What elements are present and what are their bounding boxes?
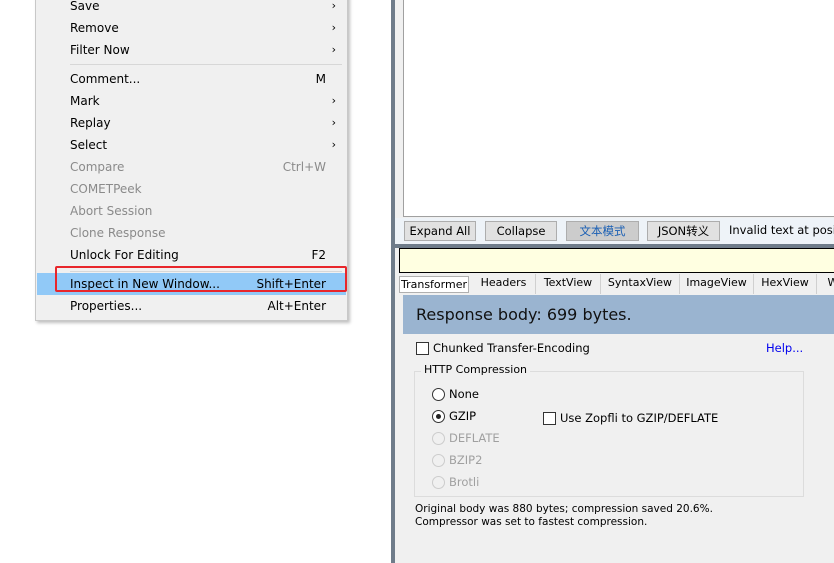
menu-item[interactable]: Remove › — [37, 17, 346, 39]
help-link[interactable]: Help... — [766, 341, 803, 355]
expand-all-button[interactable]: Expand All — [404, 221, 476, 241]
tab-transformer[interactable]: Transformer — [399, 276, 469, 293]
collapse-button[interactable]: Collapse — [485, 221, 557, 241]
radio-deflate[interactable] — [432, 432, 445, 445]
response-tabs: Transformer Headers TextView SyntaxView … — [395, 274, 834, 294]
menu-separator — [70, 64, 342, 65]
chunked-checkbox[interactable] — [416, 342, 429, 355]
chunked-label: Chunked Transfer-Encoding — [433, 341, 590, 355]
menu-item-label: Save — [70, 0, 100, 13]
menu-item[interactable]: Unlock For Editing F2 — [37, 244, 346, 266]
menu-item-label: Remove — [70, 21, 119, 35]
inspector-panel: Expand All Collapse 文本模式 JSON转义 Invalid … — [395, 0, 834, 563]
menu-item-shortcut: M — [315, 72, 326, 86]
context-menu: Save › Remove › Filter Now › Comment... M Mark › R… — [35, 0, 348, 321]
toolbar: Expand All Collapse 文本模式 JSON转义 Invalid … — [395, 218, 834, 244]
menu-item[interactable]: COMETPeek — [37, 178, 346, 200]
status-text: Invalid text at positio — [729, 223, 834, 237]
chevron-right-icon: › — [331, 43, 336, 56]
menu-item[interactable]: Clone Response — [37, 222, 346, 244]
chevron-right-icon: › — [331, 138, 336, 151]
radio-none[interactable] — [432, 388, 445, 401]
menu-item[interactable]: Abort Session — [37, 200, 346, 222]
menu-item[interactable]: Comment... M — [37, 68, 346, 90]
menu-item[interactable]: Replay › — [37, 112, 346, 134]
tab-headers[interactable]: Headers — [472, 274, 536, 294]
quickexec-input[interactable] — [399, 248, 834, 273]
chevron-right-icon: › — [331, 21, 336, 34]
compressor-note: Compressor was set to fastest compressio… — [415, 516, 648, 528]
menu-item-label: Mark — [70, 94, 100, 108]
radio-gzip[interactable] — [432, 410, 445, 423]
menu-item-label: Select — [70, 138, 108, 152]
chevron-right-icon: › — [331, 116, 336, 129]
menu-item[interactable]: Compare Ctrl+W — [37, 156, 346, 178]
radio-brotli[interactable] — [432, 476, 445, 489]
zopfli-checkbox[interactable] — [543, 412, 556, 425]
tab-hexview[interactable]: HexView — [754, 274, 817, 294]
menu-item[interactable]: Save › — [37, 0, 346, 17]
text-mode-button[interactable]: 文本模式 — [566, 221, 639, 241]
json-escape-button[interactable]: JSON转义 — [647, 221, 720, 241]
radio-label: BZIP2 — [449, 453, 483, 467]
radio-label: None — [449, 387, 480, 401]
tab-textview[interactable]: TextView — [536, 274, 601, 294]
request-view — [403, 0, 834, 217]
menu-item-label: COMETPeek — [70, 182, 142, 196]
radio-label: GZIP — [449, 409, 477, 423]
menu-item-label: Unlock For Editing — [70, 248, 179, 262]
menu-item-label: Filter Now — [70, 43, 130, 57]
tab-more[interactable]: W — [823, 274, 834, 294]
tab-syntaxview[interactable]: SyntaxView — [601, 274, 680, 294]
chevron-right-icon: › — [331, 0, 336, 12]
group-title: HTTP Compression — [421, 363, 531, 376]
menu-item-label: Clone Response — [70, 226, 166, 240]
menu-item[interactable]: Mark › — [37, 90, 346, 112]
radio-label: DEFLATE — [449, 431, 500, 445]
radio-bzip2[interactable] — [432, 454, 445, 467]
menu-item-label: Comment... — [70, 72, 141, 86]
menu-item-shortcut: Alt+Enter — [267, 299, 326, 313]
compression-note: Original body was 880 bytes; compression… — [415, 503, 713, 515]
menu-item[interactable]: Filter Now › — [37, 39, 346, 61]
tab-imageview[interactable]: ImageView — [680, 274, 754, 294]
menu-item-label: Replay — [70, 116, 111, 130]
chevron-right-icon: › — [331, 94, 336, 107]
menu-item[interactable]: Properties... Alt+Enter — [37, 295, 346, 317]
menu-item-label: Compare — [70, 160, 125, 174]
menu-item-shortcut: Ctrl+W — [282, 160, 326, 174]
radio-label: Brotli — [449, 475, 480, 489]
menu-item[interactable]: Select › — [37, 134, 346, 156]
menu-item-label: Properties... — [70, 299, 143, 313]
menu-item-label: Abort Session — [70, 204, 153, 218]
zopfli-label: Use Zopfli to GZIP/DEFLATE — [560, 411, 719, 425]
response-body-size: Response body: 699 bytes. — [403, 295, 834, 334]
menu-item-shortcut: F2 — [311, 248, 326, 262]
highlight-annotation — [55, 266, 347, 292]
